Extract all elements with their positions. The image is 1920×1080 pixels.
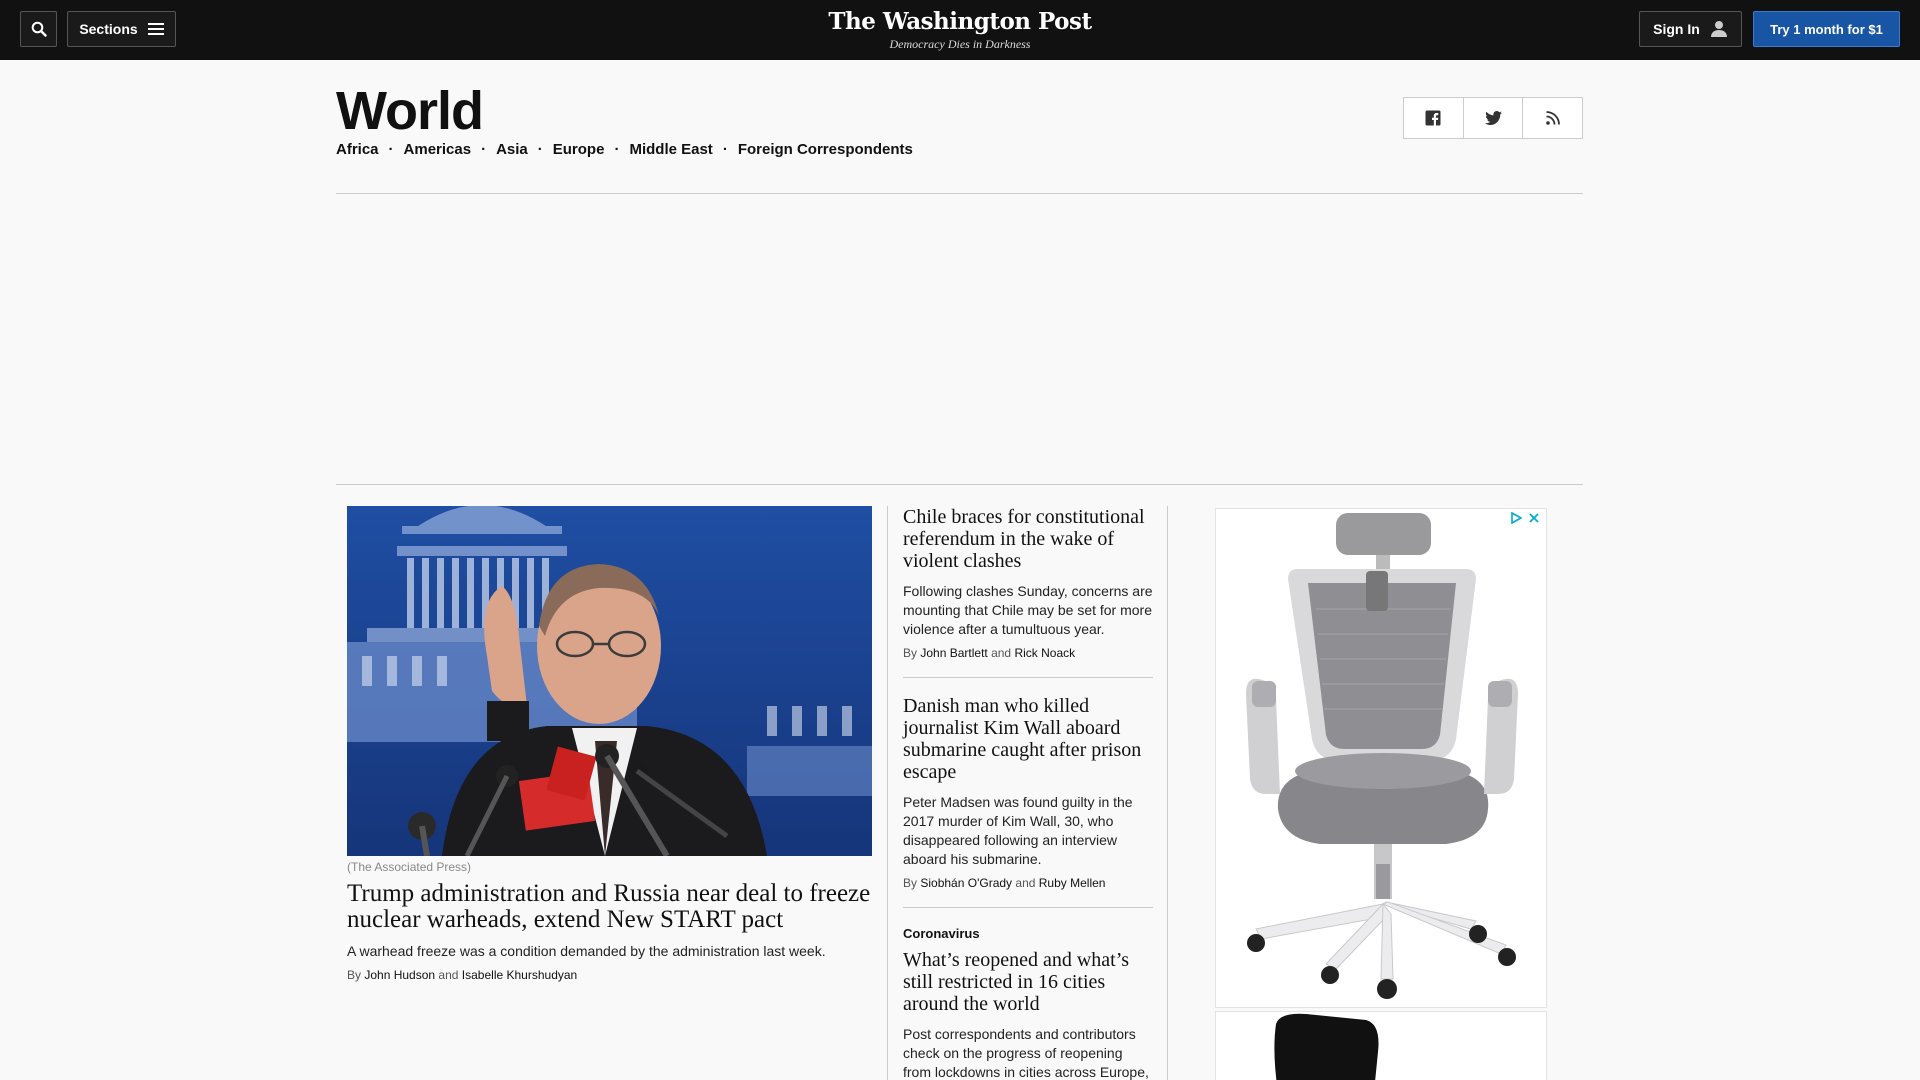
facebook-icon	[1425, 110, 1441, 126]
ad-controls	[1510, 512, 1540, 524]
hamburger-icon	[147, 23, 164, 35]
story-divider	[903, 907, 1153, 908]
story-kicker[interactable]: Coronavirus	[903, 926, 1153, 941]
story-blurb: Peter Madsen was found guilty in the 201…	[903, 794, 1133, 867]
story-divider	[903, 677, 1153, 678]
office-chair-image	[1246, 513, 1518, 999]
byline-prefix: By	[903, 876, 918, 890]
rss-button[interactable]	[1523, 98, 1582, 138]
site-tagline: Democracy Dies in Darkness	[889, 37, 1031, 51]
story-byline: By John Bartlett and Rick Noack	[903, 646, 1153, 660]
lead-story-photo[interactable]	[347, 506, 872, 856]
column-divider	[887, 506, 888, 1080]
subnav-item-foreign-correspondents[interactable]: Foreign Correspondents	[738, 141, 913, 158]
story-blurb: Following clashes Sunday, concerns are m…	[903, 583, 1153, 637]
story-card: Coronavirus What’s reopened and what’s s…	[903, 926, 1153, 1080]
story-card: Danish man who killed journalist Kim Wal…	[903, 695, 1153, 890]
subscribe-button[interactable]: Try 1 month for $1	[1753, 11, 1900, 47]
section-subnav: Africa · Americas · Asia · Europe · Midd…	[336, 141, 913, 158]
lead-story-blurb: A warhead freeze was a condition demande…	[347, 943, 826, 959]
rss-icon	[1545, 111, 1560, 125]
search-icon	[31, 21, 47, 37]
story-headline[interactable]: What’s reopened and what’s still restric…	[903, 949, 1153, 1015]
story-blurb: Post correspondents and contributors che…	[903, 1026, 1149, 1080]
byline-conjunction: and	[438, 968, 459, 982]
story-card: Chile braces for constitutional referend…	[903, 506, 1153, 660]
story-byline: By Siobhán O'Grady and Ruby Mellen	[903, 876, 1153, 890]
column-divider	[1167, 506, 1168, 1080]
lead-story-byline: By John Hudson and Isabelle Khurshudyan	[347, 968, 577, 982]
search-button[interactable]	[20, 11, 57, 47]
story-headline[interactable]: Danish man who killed journalist Kim Wal…	[903, 695, 1153, 783]
subnav-item-africa[interactable]: Africa	[336, 141, 379, 158]
sections-label: Sections	[79, 21, 138, 37]
twitter-icon	[1484, 111, 1502, 125]
subnav-item-americas[interactable]: Americas	[404, 141, 472, 158]
user-icon	[1710, 21, 1727, 37]
author-link[interactable]: Ruby Mellen	[1039, 876, 1106, 890]
close-icon[interactable]	[1528, 512, 1540, 524]
twitter-button[interactable]	[1464, 98, 1524, 138]
sign-in-button[interactable]: Sign In	[1639, 11, 1742, 47]
author-link[interactable]: Isabelle Khurshudyan	[462, 968, 577, 982]
lead-photo-illustration	[347, 506, 872, 856]
subnav-separator: ·	[722, 141, 728, 158]
subnav-item-middle-east[interactable]: Middle East	[629, 141, 712, 158]
sign-in-label: Sign In	[1653, 21, 1700, 37]
header-divider	[336, 193, 1583, 194]
byline-conjunction: and	[1015, 876, 1036, 890]
byline-prefix: By	[347, 968, 362, 982]
sections-menu-button[interactable]: Sections	[67, 11, 176, 47]
site-logo[interactable]: The Washington Post	[760, 8, 1160, 35]
subnav-separator: ·	[481, 141, 487, 158]
social-share-bar	[1403, 97, 1583, 139]
lead-story-headline[interactable]: Trump administration and Russia near dea…	[347, 881, 872, 933]
story-headline[interactable]: Chile braces for constitutional referend…	[903, 506, 1153, 572]
subnav-separator: ·	[388, 141, 394, 158]
advertisement-secondary[interactable]	[1215, 1011, 1547, 1080]
page-title: World	[336, 81, 484, 141]
author-link[interactable]: Siobhán O'Grady	[920, 876, 1012, 890]
advertisement[interactable]	[1215, 508, 1547, 1008]
ad-slot-divider	[336, 484, 1583, 485]
subnav-item-asia[interactable]: Asia	[496, 141, 528, 158]
adchoices-icon[interactable]	[1510, 512, 1522, 524]
office-chair-image	[1274, 1013, 1379, 1080]
byline-prefix: By	[903, 646, 918, 660]
author-link[interactable]: Rick Noack	[1014, 646, 1075, 660]
top-navigation-bar: Sections The Washington Post Democracy D…	[0, 0, 1920, 60]
author-link[interactable]: John Hudson	[364, 968, 435, 982]
subnav-item-europe[interactable]: Europe	[553, 141, 605, 158]
byline-conjunction: and	[991, 646, 1012, 660]
masthead[interactable]: The Washington Post Democracy Dies in Da…	[760, 8, 1160, 52]
subnav-separator: ·	[614, 141, 620, 158]
author-link[interactable]: John Bartlett	[920, 646, 987, 660]
facebook-button[interactable]	[1404, 98, 1464, 138]
photo-credit: (The Associated Press)	[347, 860, 472, 874]
subnav-separator: ·	[537, 141, 543, 158]
